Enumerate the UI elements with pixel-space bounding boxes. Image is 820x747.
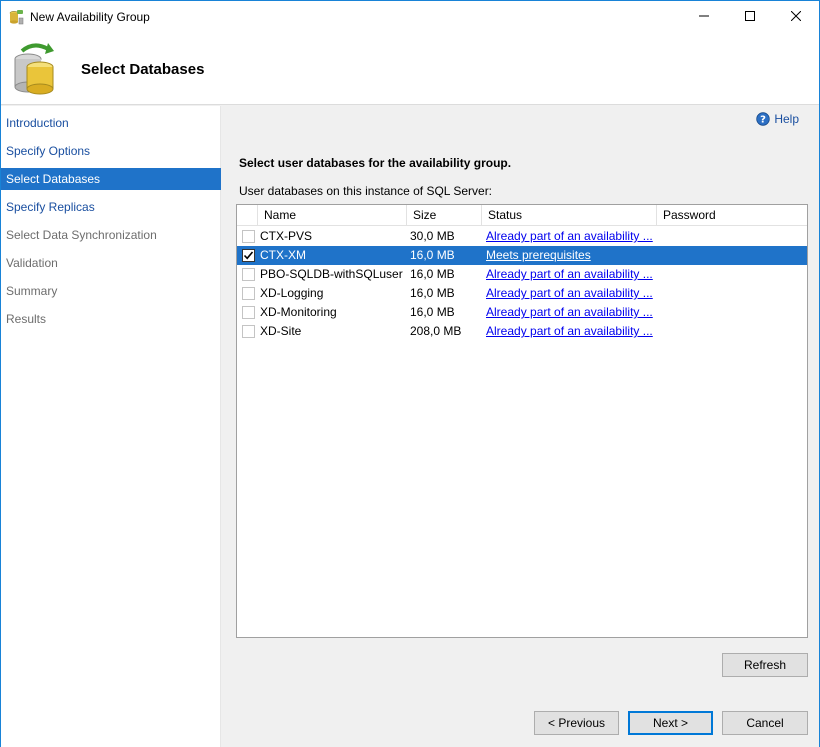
password-cell[interactable] (661, 322, 801, 341)
minimize-icon (699, 10, 709, 24)
table-row[interactable]: CTX-PVS 30,0 MB Already part of an avail… (237, 227, 807, 246)
availability-group-database-icon (12, 41, 60, 97)
instruction-text: Select user databases for the availabili… (239, 156, 512, 170)
row-checkbox[interactable] (242, 268, 255, 281)
database-size: 30,0 MB (410, 229, 455, 243)
svg-text:?: ? (760, 115, 766, 126)
close-button[interactable] (773, 1, 819, 32)
checkbox-column-header (237, 205, 258, 225)
table-row[interactable]: XD-Site 208,0 MB Already part of an avai… (237, 322, 807, 341)
minimize-button[interactable] (681, 1, 727, 32)
nav-item-summary: Summary (6, 284, 58, 298)
database-name: CTX-XM (260, 248, 306, 262)
databases-grid[interactable]: Name Size Status Password CTX-PVS 30,0 M… (236, 204, 808, 638)
refresh-button[interactable]: Refresh (722, 653, 808, 677)
column-header-name[interactable]: Name (258, 205, 407, 225)
column-header-password[interactable]: Password (657, 205, 807, 225)
nav-item-select-data-synchronization: Select Data Synchronization (6, 228, 157, 242)
help-icon: ? (756, 112, 771, 126)
page-title: Select Databases (81, 61, 205, 78)
maximize-icon (745, 10, 755, 24)
checkmark-icon (243, 251, 254, 260)
table-row[interactable]: XD-Monitoring 16,0 MB Already part of an… (237, 303, 807, 322)
table-row[interactable]: PBO-SQLDB-withSQLuser 16,0 MB Already pa… (237, 265, 807, 284)
password-cell[interactable] (661, 284, 801, 303)
status-link[interactable]: Meets prerequisites (486, 246, 656, 265)
close-icon (790, 10, 802, 24)
previous-button[interactable]: < Previous (534, 711, 619, 735)
database-name: XD-Monitoring (260, 305, 337, 319)
nav-item-select-databases[interactable]: Select Databases (1, 168, 221, 190)
column-header-size[interactable]: Size (407, 205, 482, 225)
wizard-nav: Introduction Specify Options Select Data… (1, 106, 221, 747)
database-name: PBO-SQLDB-withSQLuser (260, 267, 403, 281)
grid-label: User databases on this instance of SQL S… (239, 184, 493, 198)
nav-item-specify-options[interactable]: Specify Options (1, 140, 221, 162)
status-link[interactable]: Already part of an availability ... (486, 284, 656, 303)
status-link[interactable]: Already part of an availability ... (486, 303, 656, 322)
wizard-window: New Availability Group Select Databases … (0, 0, 820, 747)
database-name: XD-Logging (260, 286, 324, 300)
title-bar: New Availability Group (1, 1, 819, 32)
nav-item-introduction[interactable]: Introduction (1, 112, 221, 134)
database-name: XD-Site (260, 324, 302, 338)
status-link[interactable]: Already part of an availability ... (486, 322, 656, 341)
cancel-button[interactable]: Cancel (722, 711, 808, 735)
status-link[interactable]: Already part of an availability ... (486, 227, 656, 246)
row-checkbox[interactable] (242, 325, 255, 338)
maximize-button[interactable] (727, 1, 773, 32)
window-title: New Availability Group (30, 9, 150, 24)
help-label: Help (774, 112, 799, 126)
help-link[interactable]: ? Help (756, 112, 799, 126)
app-icon (8, 9, 24, 25)
table-row[interactable]: XD-Logging 16,0 MB Already part of an av… (237, 284, 807, 303)
grid-header: Name Size Status Password (237, 205, 807, 226)
row-checkbox[interactable] (242, 306, 255, 319)
database-size: 16,0 MB (410, 267, 455, 281)
column-header-status[interactable]: Status (482, 205, 657, 225)
password-cell[interactable] (661, 227, 801, 246)
row-checkbox[interactable] (242, 287, 255, 300)
table-row[interactable]: CTX-XM 16,0 MB Meets prerequisites (237, 246, 807, 265)
nav-item-specify-replicas[interactable]: Specify Replicas (1, 196, 221, 218)
password-cell[interactable] (661, 265, 801, 284)
database-size: 16,0 MB (410, 286, 455, 300)
password-cell[interactable] (661, 246, 801, 265)
next-button[interactable]: Next > (628, 711, 713, 735)
database-size: 16,0 MB (410, 248, 455, 262)
status-link[interactable]: Already part of an availability ... (486, 265, 656, 284)
page-header: Select Databases (1, 32, 819, 105)
row-checkbox[interactable] (242, 249, 255, 262)
main-content: ? Help Select user databases for the ava… (222, 106, 819, 747)
database-size: 16,0 MB (410, 305, 455, 319)
database-size: 208,0 MB (410, 324, 462, 338)
row-checkbox[interactable] (242, 230, 255, 243)
password-cell[interactable] (661, 303, 801, 322)
nav-item-results: Results (6, 312, 47, 326)
nav-item-validation: Validation (6, 256, 58, 270)
database-name: CTX-PVS (260, 229, 313, 243)
